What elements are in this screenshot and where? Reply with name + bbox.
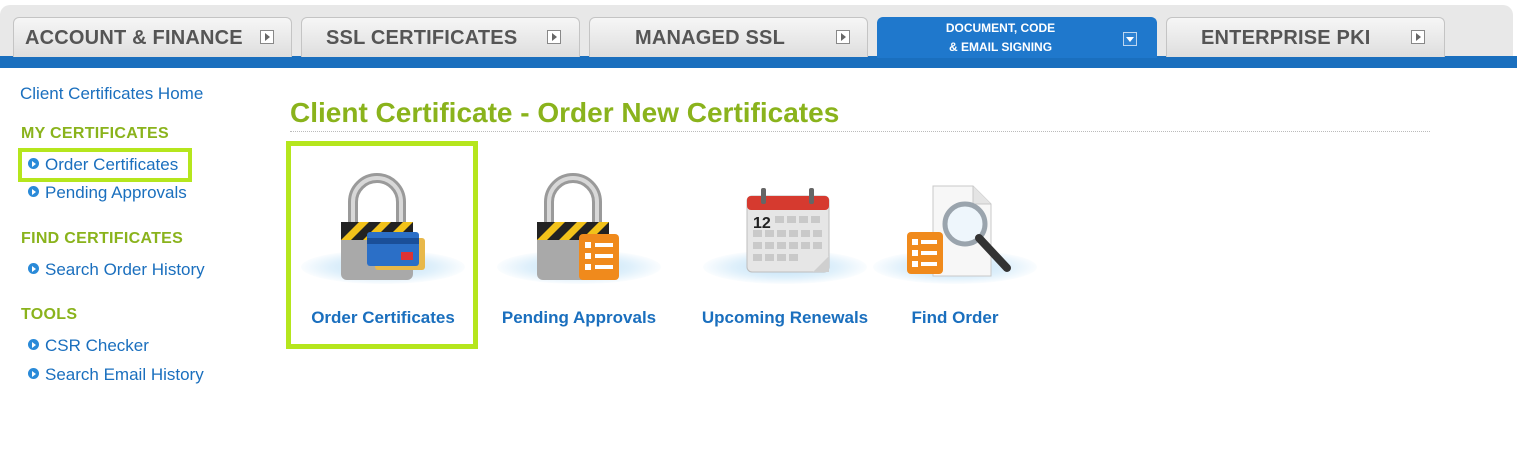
tab-account-finance[interactable]: ACCOUNT & FINANCE	[13, 17, 292, 57]
tab-label-line1: DOCUMENT, CODE	[945, 21, 1056, 35]
title-divider	[290, 131, 1430, 132]
tab-document-code-email-signing[interactable]: DOCUMENT, CODE & EMAIL SIGNING	[877, 17, 1157, 58]
calendar-day: 12	[753, 215, 771, 232]
tab-label: DOCUMENT, CODE & EMAIL SIGNING	[878, 19, 1123, 57]
sidebar-item-csr-checker[interactable]: CSR Checker	[28, 336, 149, 356]
sidebar-heading-tools: TOOLS	[21, 306, 78, 323]
tile-order-certificates[interactable]: Order Certificates	[293, 150, 473, 340]
sidebar-item-label: Order Certificates	[45, 155, 179, 174]
tab-managed-ssl[interactable]: MANAGED SSL	[589, 17, 868, 57]
padlock-credit-card-icon	[341, 173, 425, 280]
tile-label: Upcoming Renewals	[701, 308, 869, 327]
sidebar-heading-find-certificates: FIND CERTIFICATES	[21, 230, 184, 247]
sidebar-item-label: CSR Checker	[45, 336, 149, 355]
calendar-icon: 12	[746, 188, 830, 273]
arrow-circle-icon	[28, 339, 39, 350]
sidebar-item-order-certificates[interactable]: Order Certificates	[28, 155, 178, 175]
tile-upcoming-renewals[interactable]: 12 Upcoming Renewals	[695, 150, 875, 340]
arrow-right-icon	[836, 30, 850, 44]
sidebar-item-label: Search Email History	[45, 365, 204, 384]
sidebar-item-pending-approvals[interactable]: Pending Approvals	[28, 183, 187, 203]
sidebar-item-label: Pending Approvals	[45, 183, 187, 202]
sidebar-item-search-email-history[interactable]: Search Email History	[28, 365, 204, 385]
arrow-right-icon	[260, 30, 274, 44]
tile-find-order[interactable]: Find Order	[865, 150, 1045, 340]
tile-label: Pending Approvals	[501, 308, 657, 327]
tab-label-line2: & EMAIL SIGNING	[948, 40, 1053, 54]
tab-label: ENTERPRISE PKI	[1201, 27, 1371, 49]
padlock-checklist-icon	[537, 173, 619, 280]
magnifier-document-icon	[907, 185, 1011, 277]
chevron-down-icon	[1123, 32, 1137, 46]
page-title: Client Certificate - Order New Certifica…	[290, 97, 840, 128]
tab-label: ACCOUNT & FINANCE	[25, 27, 243, 49]
sidebar-heading-my-certificates: MY CERTIFICATES	[21, 125, 169, 142]
sidebar-home-link[interactable]: Client Certificates Home	[20, 84, 203, 104]
arrow-circle-icon	[28, 186, 39, 197]
tab-enterprise-pki[interactable]: ENTERPRISE PKI	[1166, 17, 1445, 57]
tile-label: Order Certificates	[311, 308, 455, 327]
tab-label: SSL CERTIFICATES	[326, 27, 518, 49]
arrow-right-icon	[1411, 30, 1425, 44]
tile-pending-approvals[interactable]: Pending Approvals	[489, 150, 669, 340]
tab-ssl-certificates[interactable]: SSL CERTIFICATES	[301, 17, 580, 57]
arrow-circle-icon	[28, 368, 39, 379]
top-navigation: ACCOUNT & FINANCE SSL CERTIFICATES MANAG…	[0, 0, 1517, 68]
tile-label: Find Order	[911, 308, 999, 327]
arrow-circle-icon	[28, 263, 39, 274]
sidebar-item-label: Search Order History	[45, 260, 205, 279]
arrow-right-icon	[547, 30, 561, 44]
tab-label: MANAGED SSL	[635, 27, 785, 49]
sidebar-item-search-order-history[interactable]: Search Order History	[28, 260, 205, 280]
arrow-circle-icon	[28, 158, 39, 169]
